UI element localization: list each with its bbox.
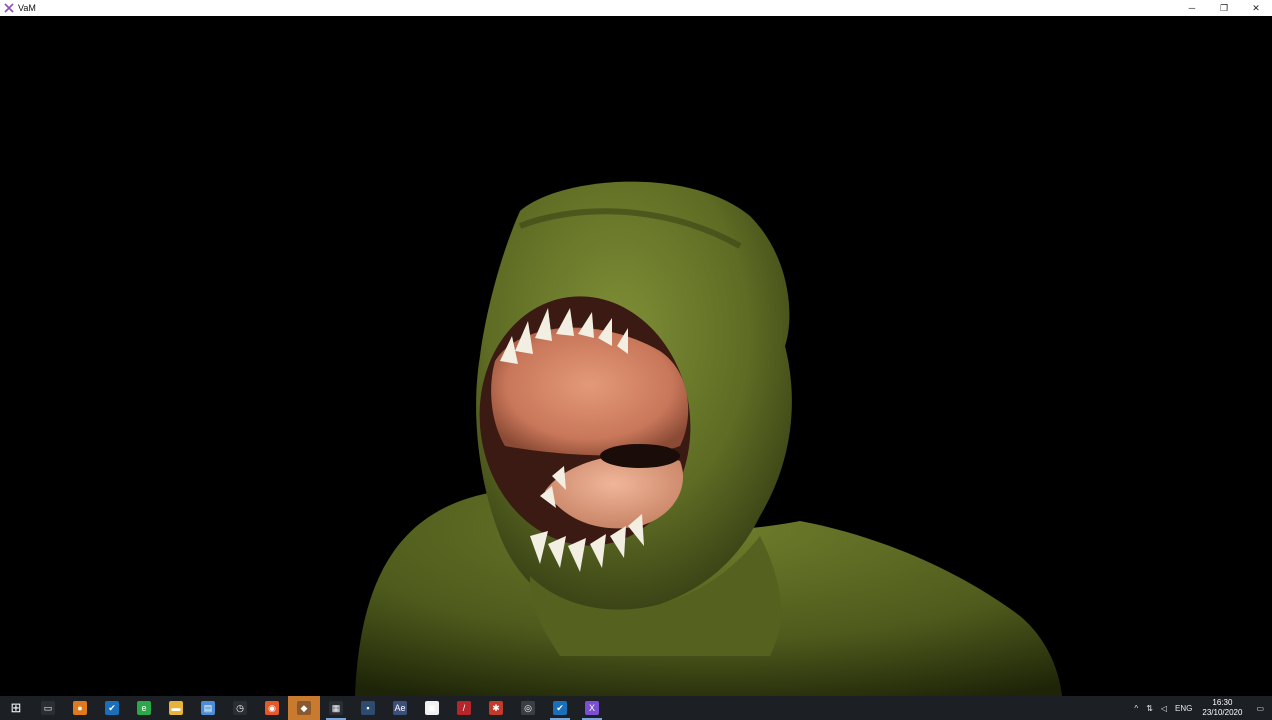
- taskbar-app-button[interactable]: ▪: [352, 696, 384, 720]
- taskbar-app-button[interactable]: ◉: [256, 696, 288, 720]
- clock-app-icon: ◷: [233, 701, 247, 715]
- bug-app-icon: ✱: [489, 701, 503, 715]
- taskbar: ⊞ ▭ ● ✔ e ▬ ▤ ◷ ◉ ◆ ▦ ▪ Ae ▣ / ✱ ◎ ✔ X ^ ⇅ ◁ ENG 16:30 23…: [0, 696, 1272, 720]
- unity-app-icon: ◆: [297, 701, 311, 715]
- clock[interactable]: 16:30 23/10/2020: [1196, 698, 1248, 718]
- taskbar-app-button[interactable]: ◆: [288, 696, 320, 720]
- clapper-icon: ▦: [329, 701, 343, 715]
- minimize-button[interactable]: ─: [1176, 0, 1208, 16]
- taskbar-app-button[interactable]: e: [128, 696, 160, 720]
- notification-center-icon[interactable]: ▭: [1248, 696, 1272, 720]
- taskbar-app-button[interactable]: ▤: [192, 696, 224, 720]
- ae-icon: Ae: [393, 701, 407, 715]
- pen-app-icon: /: [457, 701, 471, 715]
- vam-icon: X: [585, 701, 599, 715]
- taskbar-app-button[interactable]: Ae: [384, 696, 416, 720]
- clock-time: 16:30: [1212, 698, 1233, 707]
- screen-capture-icon: ▣: [425, 701, 439, 715]
- restore-button[interactable]: ❐: [1208, 0, 1240, 16]
- throat: [600, 444, 680, 468]
- language-indicator[interactable]: ENG: [1171, 696, 1196, 720]
- creature-render: [355, 181, 1062, 696]
- file-explorer-icon: ▬: [169, 701, 183, 715]
- taskbar-app-button[interactable]: ✱: [480, 696, 512, 720]
- vr-app-icon: ▪: [361, 701, 375, 715]
- task-view-icon: ▭: [41, 701, 55, 715]
- app-window: VaM ─ ❐ ✕: [0, 0, 1272, 696]
- notes-icon: ▤: [201, 701, 215, 715]
- steam-vr-icon: ✔: [553, 701, 567, 715]
- 3d-viewport[interactable]: [0, 16, 1272, 696]
- taskbar-app-button[interactable]: /: [448, 696, 480, 720]
- title-bar[interactable]: VaM ─ ❐ ✕: [0, 0, 1272, 16]
- taskbar-app-button[interactable]: ◷: [224, 696, 256, 720]
- taskbar-app-button[interactable]: ◎: [512, 696, 544, 720]
- taskbar-app-button[interactable]: ▣: [416, 696, 448, 720]
- taskbar-app-button[interactable]: ●: [64, 696, 96, 720]
- window-controls: ─ ❐ ✕: [1176, 0, 1272, 16]
- taskbar-app-button[interactable]: ▦: [320, 696, 352, 720]
- close-button[interactable]: ✕: [1240, 0, 1272, 16]
- taskbar-app-button[interactable]: ✔: [544, 696, 576, 720]
- taskbar-app-button[interactable]: ✔: [96, 696, 128, 720]
- start-button[interactable]: ⊞: [0, 696, 32, 720]
- edge-icon: e: [137, 701, 151, 715]
- show-hidden-icons-chevron[interactable]: ^: [1130, 696, 1142, 720]
- gamepad-icon: ◎: [521, 701, 535, 715]
- window-title: VaM: [18, 3, 36, 13]
- firefox-icon: ◉: [265, 701, 279, 715]
- volume-icon[interactable]: ◁: [1157, 696, 1171, 720]
- vam-app-icon: [4, 3, 14, 13]
- taskbar-app-button[interactable]: ▭: [32, 696, 64, 720]
- network-icon[interactable]: ⇅: [1142, 696, 1157, 720]
- taskbar-app-button[interactable]: X: [576, 696, 608, 720]
- steam-icon: ✔: [105, 701, 119, 715]
- taskbar-pinned-apps: ▭ ● ✔ e ▬ ▤ ◷ ◉ ◆ ▦ ▪ Ae ▣ / ✱ ◎ ✔ X: [32, 696, 608, 720]
- taskbar-app-button[interactable]: ▬: [160, 696, 192, 720]
- clock-date: 23/10/2020: [1202, 708, 1243, 717]
- windows-logo-icon: ⊞: [10, 700, 22, 715]
- app-orange-icon: ●: [73, 701, 87, 715]
- system-tray: ^ ⇅ ◁ ENG 16:30 23/10/2020 ▭: [1130, 696, 1272, 720]
